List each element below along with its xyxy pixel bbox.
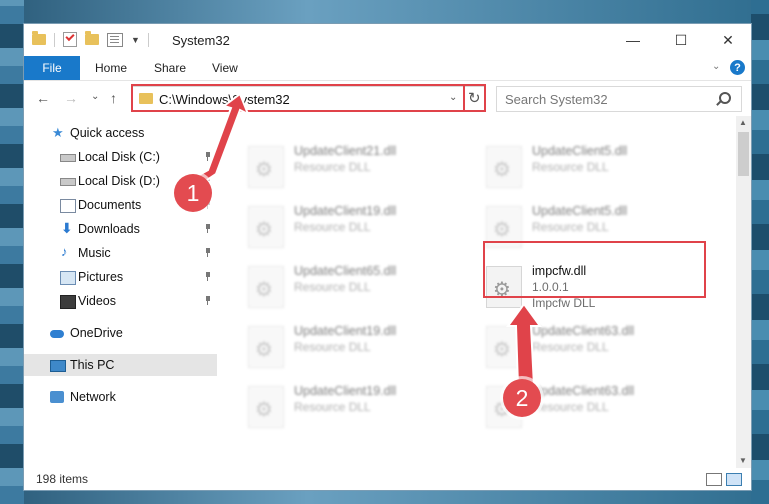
screenshot-frame: ▼ System32 — ☐ ✕ File Home Share View ⌄ … — [0, 0, 769, 504]
arrow-to-file — [506, 302, 542, 387]
step-2-marker: 2 — [503, 379, 541, 417]
step-1-marker: 1 — [174, 174, 212, 212]
arrow-to-address-bar — [188, 92, 250, 188]
annotation-arrows — [188, 92, 542, 387]
